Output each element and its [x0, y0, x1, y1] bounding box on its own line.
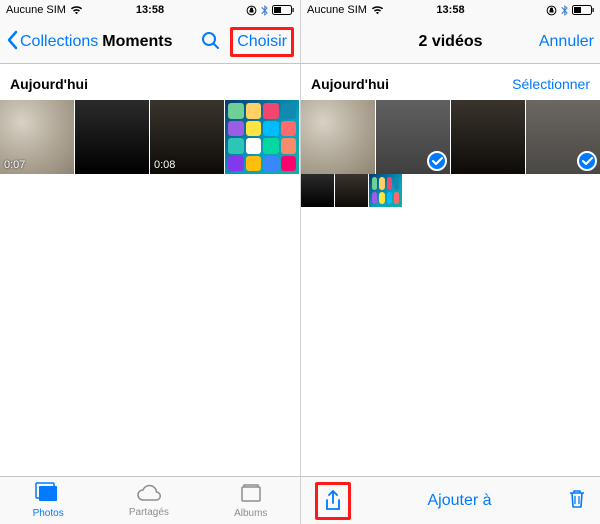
video-duration: 0:08	[154, 159, 175, 171]
thumbnail-small[interactable]	[335, 174, 368, 207]
orientation-lock-icon	[246, 5, 257, 16]
screen-left: Aucune SIM 13:58 Collections Moments	[0, 0, 300, 524]
video-duration: 0:07	[4, 159, 25, 171]
thumbnail[interactable]: 0:07	[0, 100, 74, 174]
albums-icon	[239, 482, 263, 507]
screen-right: Aucune SIM 13:58 2 vidéos Annuler Aujour…	[300, 0, 600, 524]
photos-tab-icon	[35, 482, 61, 507]
tab-shared[interactable]: Partagés	[129, 483, 169, 518]
thumbnail[interactable]	[75, 100, 149, 174]
trash-button[interactable]	[568, 488, 586, 513]
wifi-icon	[371, 5, 384, 15]
toolbar: Ajouter à	[301, 476, 600, 524]
search-icon[interactable]	[201, 31, 220, 53]
bluetooth-icon	[561, 5, 568, 16]
choose-button[interactable]: Choisir	[230, 27, 294, 57]
section-title: Aujourd'hui	[10, 76, 88, 92]
chevron-left-icon[interactable]	[6, 30, 18, 53]
selected-check-icon	[427, 151, 447, 171]
add-to-button[interactable]: Ajouter à	[351, 492, 568, 510]
section-header: Aujourd'hui	[0, 64, 300, 100]
section-title: Aujourd'hui	[311, 76, 389, 92]
cloud-icon	[135, 483, 163, 506]
cancel-button[interactable]: Annuler	[539, 33, 594, 51]
battery-icon	[272, 5, 294, 15]
status-bar: Aucune SIM 13:58	[0, 0, 300, 20]
trash-icon	[568, 488, 586, 510]
navbar: Collections Moments Choisir	[0, 20, 300, 64]
status-time: 13:58	[397, 4, 504, 16]
section-header: Aujourd'hui Sélectionner	[301, 64, 600, 100]
status-time: 13:58	[96, 4, 204, 16]
thumbnail[interactable]	[451, 100, 525, 174]
tab-label: Partagés	[129, 507, 169, 518]
tab-bar: Photos Partagés Albums	[0, 476, 300, 524]
select-all-button[interactable]: Sélectionner	[512, 76, 590, 92]
back-button[interactable]: Collections	[20, 33, 98, 51]
tab-photos[interactable]: Photos	[33, 482, 64, 519]
thumbnail-small[interactable]	[301, 174, 334, 207]
photo-grid: 0:07 0:08	[0, 100, 300, 174]
orientation-lock-icon	[546, 5, 557, 16]
thumbnail[interactable]: 0:08	[150, 100, 224, 174]
tab-albums[interactable]: Albums	[234, 482, 267, 519]
wifi-icon	[70, 5, 83, 15]
thumbnail[interactable]	[376, 100, 450, 174]
battery-icon	[572, 5, 594, 15]
photo-grid-strip	[301, 174, 600, 207]
thumbnail-small[interactable]	[369, 174, 402, 207]
status-bar: Aucune SIM 13:58	[301, 0, 600, 20]
share-button[interactable]	[315, 482, 351, 520]
photo-grid	[301, 100, 600, 174]
bluetooth-icon	[261, 5, 268, 16]
share-icon	[324, 490, 342, 512]
page-title: Moments	[102, 33, 172, 51]
carrier-label: Aucune SIM	[307, 4, 367, 16]
navbar: 2 vidéos Annuler	[301, 20, 600, 64]
thumbnail[interactable]	[301, 100, 375, 174]
tab-label: Albums	[234, 508, 267, 519]
selected-check-icon	[577, 151, 597, 171]
tab-label: Photos	[33, 508, 64, 519]
thumbnail[interactable]	[526, 100, 600, 174]
thumbnail[interactable]	[225, 100, 299, 174]
carrier-label: Aucune SIM	[6, 4, 66, 16]
